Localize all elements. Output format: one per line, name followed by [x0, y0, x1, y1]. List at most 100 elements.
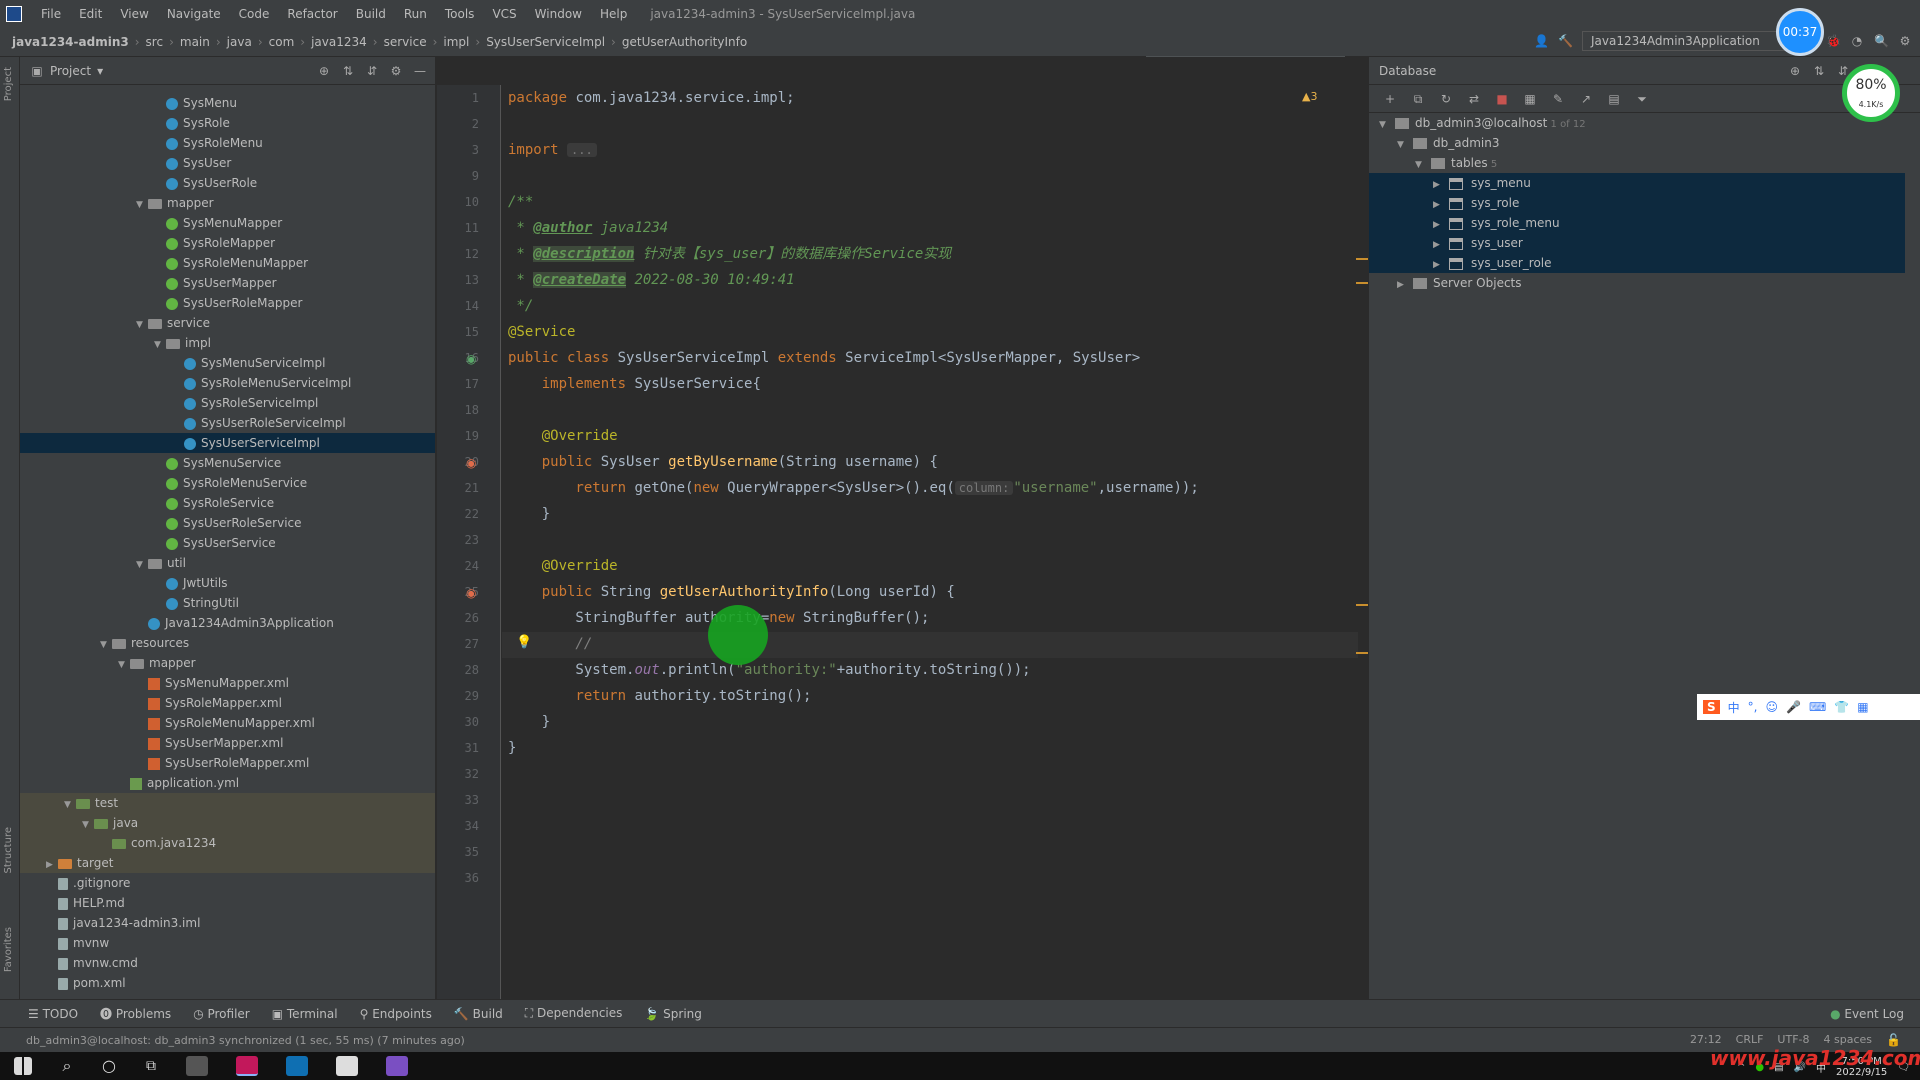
breadcrumb-method[interactable]: getUserAuthorityInfo: [618, 35, 751, 49]
db-tree-item[interactable]: ▶ Server Objects: [1369, 273, 1905, 293]
cortana-icon[interactable]: ○: [102, 1058, 116, 1074]
minimize-icon[interactable]: —: [413, 64, 427, 78]
menu-window[interactable]: Window: [526, 7, 591, 21]
tree-item[interactable]: SysUserRoleMapper.xml: [20, 753, 435, 773]
menu-run[interactable]: Run: [395, 7, 436, 21]
tree-item[interactable]: SysRoleMenu: [20, 133, 435, 153]
project-title[interactable]: Project: [50, 64, 91, 78]
tree-item[interactable]: application.yml: [20, 773, 435, 793]
hammer-icon[interactable]: 🔨: [1558, 34, 1573, 48]
breadcrumb-java1234[interactable]: java1234: [307, 35, 371, 49]
file-explorer-icon[interactable]: [336, 1056, 358, 1076]
chevron-icon[interactable]: ▶: [1433, 255, 1449, 275]
tree-item[interactable]: Java1234Admin3Application: [20, 613, 435, 633]
search-icon[interactable]: 🔍: [1874, 34, 1889, 48]
db-tree-item[interactable]: ▼ db_admin3@localhost 1 of 12: [1369, 113, 1905, 133]
chevron-icon[interactable]: ▼: [136, 555, 148, 575]
chevron-icon[interactable]: ▼: [82, 815, 94, 835]
tool-problems[interactable]: ⓿ Problems: [100, 1005, 171, 1022]
chevron-icon[interactable]: ▼: [154, 335, 166, 355]
tree-item[interactable]: SysUser: [20, 153, 435, 173]
editor-scrollbar[interactable]: [1358, 85, 1366, 975]
chevron-icon[interactable]: ▶: [1397, 275, 1413, 295]
indent-setting[interactable]: 4 spaces: [1824, 1033, 1873, 1047]
tool-dependencies[interactable]: ⛶ Dependencies: [525, 1006, 623, 1021]
gear-icon[interactable]: ⚙: [389, 64, 403, 78]
tree-item[interactable]: mvnw: [20, 933, 435, 953]
coverage-icon[interactable]: ◔: [1850, 34, 1864, 48]
tree-item[interactable]: SysMenu: [20, 93, 435, 113]
tree-item[interactable]: SysMenuServiceImpl: [20, 353, 435, 373]
tool-endpoints[interactable]: ⚲ Endpoints: [360, 1007, 432, 1021]
ime-emoji-icon[interactable]: ☺: [1766, 700, 1779, 714]
task-view-icon[interactable]: ⧉: [144, 1059, 158, 1073]
menu-tools[interactable]: Tools: [436, 7, 484, 21]
breadcrumb-main[interactable]: main: [176, 35, 214, 49]
tree-item[interactable]: mvnw.cmd: [20, 953, 435, 973]
locate-icon[interactable]: ⊕: [1788, 64, 1802, 78]
tree-item[interactable]: SysMenuService: [20, 453, 435, 473]
breadcrumb-src[interactable]: src: [142, 35, 168, 49]
status-message[interactable]: db_admin3@localhost: db_admin3 synchroni…: [26, 1034, 465, 1047]
tree-item[interactable]: SysMenuMapper: [20, 213, 435, 233]
tool-spring[interactable]: 🍃 Spring: [644, 1007, 702, 1021]
file-encoding[interactable]: UTF-8: [1777, 1033, 1809, 1047]
chevron-icon[interactable]: ▼: [100, 635, 112, 655]
stop-icon[interactable]: ■: [1495, 92, 1509, 106]
db-tree-item[interactable]: ▼ db_admin3: [1369, 133, 1905, 153]
error-stripe-mark[interactable]: [1356, 282, 1368, 284]
tree-item[interactable]: ▼ mapper: [20, 193, 435, 213]
webstorm-icon[interactable]: [286, 1056, 308, 1076]
tree-item[interactable]: SysRoleMenuService: [20, 473, 435, 493]
menu-vcs[interactable]: VCS: [483, 7, 525, 21]
override-marker-icon[interactable]: ◉: [466, 586, 476, 600]
add-icon[interactable]: +: [1383, 92, 1397, 106]
refresh-icon[interactable]: ↻: [1439, 92, 1453, 106]
error-stripe-mark[interactable]: [1356, 604, 1368, 606]
breadcrumb-service[interactable]: service: [380, 35, 431, 49]
tree-item[interactable]: SysRoleMapper: [20, 233, 435, 253]
tree-item[interactable]: ▼ service: [20, 313, 435, 333]
run-config-select[interactable]: Java1234Admin3Application▾: [1582, 31, 1792, 51]
tree-item[interactable]: SysUserRoleServiceImpl: [20, 413, 435, 433]
schema-icon[interactable]: ⇄: [1467, 92, 1481, 106]
debug-icon[interactable]: 🐞: [1826, 34, 1841, 48]
breadcrumb-java[interactable]: java: [223, 35, 256, 49]
chevron-icon[interactable]: ▶: [1433, 175, 1449, 195]
db-tree-item[interactable]: ▶ sys_role_menu: [1369, 213, 1905, 233]
chevron-icon[interactable]: ▶: [46, 855, 58, 875]
lightbulb-icon[interactable]: 💡: [516, 635, 532, 650]
menu-refactor[interactable]: Refactor: [278, 7, 346, 21]
tree-item[interactable]: SysUserRoleService: [20, 513, 435, 533]
breadcrumb-class[interactable]: SysUserServiceImpl: [482, 35, 609, 49]
breadcrumb-impl[interactable]: impl: [439, 35, 473, 49]
app-icon[interactable]: [186, 1056, 208, 1076]
db-tree-item[interactable]: ▶ sys_user_role: [1369, 253, 1905, 273]
tree-item[interactable]: SysRoleServiceImpl: [20, 393, 435, 413]
menu-code[interactable]: Code: [230, 7, 279, 21]
fold-placeholder[interactable]: ...: [567, 143, 597, 157]
ime-chinese-icon[interactable]: 中: [1728, 699, 1740, 716]
ime-menu-icon[interactable]: ▦: [1857, 700, 1868, 714]
menu-view[interactable]: View: [111, 7, 157, 21]
tool-terminal[interactable]: ▣ Terminal: [272, 1007, 338, 1021]
console-icon[interactable]: ▤: [1607, 92, 1621, 106]
tree-item[interactable]: SysRole: [20, 113, 435, 133]
gear-icon[interactable]: ⚙: [1898, 34, 1912, 48]
tree-item[interactable]: HELP.md: [20, 893, 435, 913]
tree-item[interactable]: SysRoleMenuMapper.xml: [20, 713, 435, 733]
tree-item[interactable]: .gitignore: [20, 873, 435, 893]
tree-item[interactable]: ▼ test: [20, 793, 435, 813]
visual-studio-icon[interactable]: [386, 1056, 408, 1076]
tree-item[interactable]: SysUserMapper.xml: [20, 733, 435, 753]
lock-icon[interactable]: 🔓: [1886, 1033, 1901, 1047]
chevron-icon[interactable]: ▼: [1379, 115, 1395, 135]
tool-build[interactable]: 🔨 Build: [454, 1007, 503, 1021]
tree-item[interactable]: com.java1234: [20, 833, 435, 853]
tree-item[interactable]: ▶ target: [20, 853, 435, 873]
menu-navigate[interactable]: Navigate: [158, 7, 230, 21]
project-tool-tab[interactable]: Project: [3, 67, 17, 101]
tree-item[interactable]: ▼ resources: [20, 633, 435, 653]
tree-item[interactable]: SysUserMapper: [20, 273, 435, 293]
tree-item[interactable]: ▼ impl: [20, 333, 435, 353]
